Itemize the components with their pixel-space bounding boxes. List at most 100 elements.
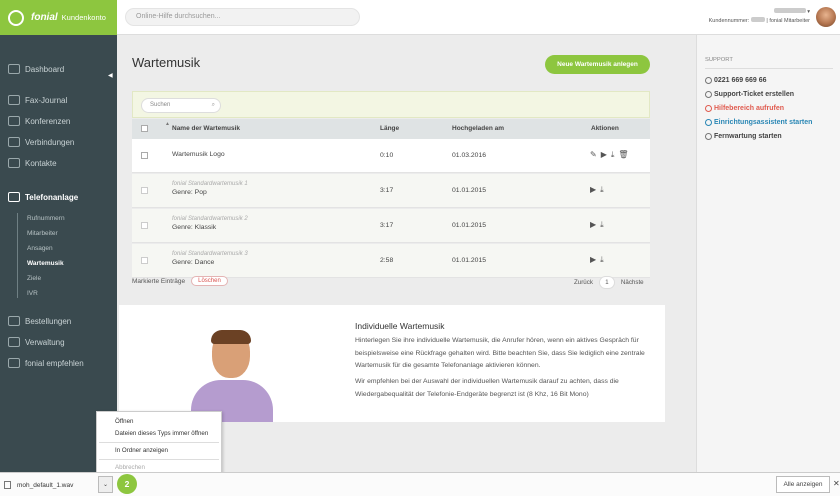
bulk-actions: Markierte Einträge Löschen [132,276,228,286]
row-name: Wartemusik Logo [172,151,225,158]
sidebar-item-kontakte[interactable]: Kontakte [8,158,57,168]
user-name-redacted [773,8,806,13]
connections-icon [8,137,20,147]
row-length: 3:17 [380,187,394,194]
sidebar-item-dashboard[interactable]: Dashboard [8,64,64,74]
support-phone[interactable]: 0221 669 669 66 [705,77,767,84]
user-info[interactable]: ▾ Kundennummer: | fonial Mitarbeiter [709,8,810,26]
row-checkbox [141,222,148,229]
table-row[interactable]: fonial Standardwartemusik 1 Genre: Pop 3:… [132,174,650,208]
brand-logo[interactable]: fonial Kundenkonto [0,0,117,35]
menu-open[interactable]: Öffnen [115,418,133,425]
bulk-label: Markierte Einträge [132,277,186,285]
cart-icon [8,316,20,326]
current-page[interactable]: 1 [598,276,615,289]
remote-link[interactable]: Fernwartung starten [705,133,782,140]
close-icon[interactable]: ✕ [833,479,840,488]
chevron-down-icon[interactable]: ⌄ [98,476,113,493]
ticket-icon [705,91,712,98]
logo-ring-icon [8,9,24,26]
brand-name: fonial [31,12,58,23]
sidebar-item-fax-journal[interactable]: Fax-Journal [8,95,67,105]
row-actions[interactable]: ▶⤓ [590,185,608,195]
subitem-mitarbeiter[interactable]: Mitarbeiter [27,230,58,237]
info-title: Individuelle Wartemusik [355,321,445,331]
table-search-input[interactable]: Suchen ⌕ [141,98,221,113]
delete-button[interactable]: Löschen [191,276,228,286]
select-all-checkbox[interactable] [141,125,148,132]
customer-number-label: Kundennummer: [708,18,750,24]
menu-divider [99,442,219,443]
prev-page-button[interactable]: Zurück [574,279,593,286]
row-date: 01.03.2016 [452,152,487,159]
row-checkbox[interactable] [141,152,148,159]
search-icon: ⌕ [211,102,215,108]
help-link[interactable]: Hilfebereich aufrufen [705,105,784,112]
col-uploaded[interactable]: Hochgeladen am [452,125,504,132]
row-standard-label: fonial Standardwartemusik 3 [172,251,248,257]
support-heading: SUPPORT [705,57,733,63]
conference-icon [8,116,20,126]
row-actions[interactable]: ▶⤓ [590,220,608,230]
col-name[interactable]: Name der Wartemusik [172,125,240,132]
next-page-button[interactable]: Nächste [621,279,644,286]
show-all-button[interactable]: Alle anzeigen [776,476,830,493]
pagination: Zurück 1 Nächste [574,276,644,289]
sidebar-item-verbindungen[interactable]: Verbindungen [8,137,74,147]
row-name: Genre: Klassik [172,224,217,231]
brand-subtitle: Kundenkonto [61,13,106,22]
submenu-line [17,213,18,298]
sidebar-item-telefonanlage[interactable]: Telefonanlage [8,192,78,202]
person-photo [185,330,279,422]
row-checkbox [141,187,148,194]
row-length: 3:17 [380,222,394,229]
row-standard-label: fonial Standardwartemusik 1 [172,181,248,187]
subitem-wartemusik[interactable]: Wartemusik [27,260,64,267]
filter-bar: Suchen ⌕ [132,91,650,118]
settings-icon [8,337,20,347]
col-actions: Aktionen [591,125,619,132]
sort-asc-icon: ▲ [165,121,170,127]
table-row[interactable]: fonial Standardwartemusik 2 Genre: Klassi… [132,209,650,243]
phone-icon [705,77,712,84]
menu-show-in-folder[interactable]: In Ordner anzeigen [115,447,168,454]
info-panel: Individuelle Wartemusik Hinterlegen Sie … [119,305,665,422]
table-header: ▲ Name der Wartemusik Länge Hochgeladen … [132,119,650,139]
support-panel: SUPPORT 0221 669 669 66 Support-Ticket e… [696,35,840,472]
user-role: fonial Mitarbeiter [769,18,810,24]
row-date: 01.01.2015 [452,222,487,229]
subitem-ivr[interactable]: IVR [27,290,38,297]
subitem-ziele[interactable]: Ziele [27,275,41,282]
phone-system-icon [8,192,20,202]
help-search-input[interactable]: Online-Hilfe durchsuchen... [125,8,360,26]
subitem-ansagen[interactable]: Ansagen [27,245,53,252]
row-actions[interactable]: ▶⤓ [590,255,608,265]
row-name: Genre: Pop [172,189,207,196]
support-ticket-link[interactable]: Support-Ticket erstellen [705,91,794,98]
remote-icon [705,133,712,140]
fax-icon [8,95,20,105]
sidebar-item-verwaltung[interactable]: Verwaltung [8,337,65,347]
menu-divider [99,459,219,460]
sidebar-item-empfehlen[interactable]: fonial empfehlen [8,358,84,368]
row-length: 2:58 [380,257,394,264]
wizard-link[interactable]: Einrichtungsassistent starten [705,119,812,126]
info-paragraph-1: Hinterlegen Sie ihre individuelle Wartem… [355,337,645,369]
subitem-rufnummern[interactable]: Rufnummern [27,215,65,222]
sidebar-item-konferenzen[interactable]: Konferenzen [8,116,70,126]
download-item[interactable]: moh_default_1.wav [4,481,73,489]
top-bar: Online-Hilfe durchsuchen... ▾ Kundennumm… [117,0,840,35]
col-length[interactable]: Länge [380,125,399,132]
row-standard-label: fonial Standardwartemusik 2 [172,216,248,222]
collapse-sidebar-icon[interactable]: ◀ [108,72,113,79]
table-row[interactable]: Wartemusik Logo 0:10 01.03.2016 ✎▶⤓🗑 [132,139,650,173]
new-music-button[interactable]: Neue Wartemusik anlegen [545,55,650,74]
main-content: Wartemusik Neue Wartemusik anlegen Suche… [117,35,696,472]
menu-always-open[interactable]: Dateien dieses Typs immer öffnen [115,430,208,437]
table-row[interactable]: fonial Standardwartemusik 3 Genre: Dance … [132,244,650,278]
row-actions[interactable]: ✎▶⤓🗑 [590,150,633,160]
step-badge: 2 [117,474,137,494]
context-menu: Öffnen Dateien dieses Typs immer öffnen … [96,411,222,474]
avatar[interactable] [816,7,836,27]
sidebar-item-bestellungen[interactable]: Bestellungen [8,316,71,326]
